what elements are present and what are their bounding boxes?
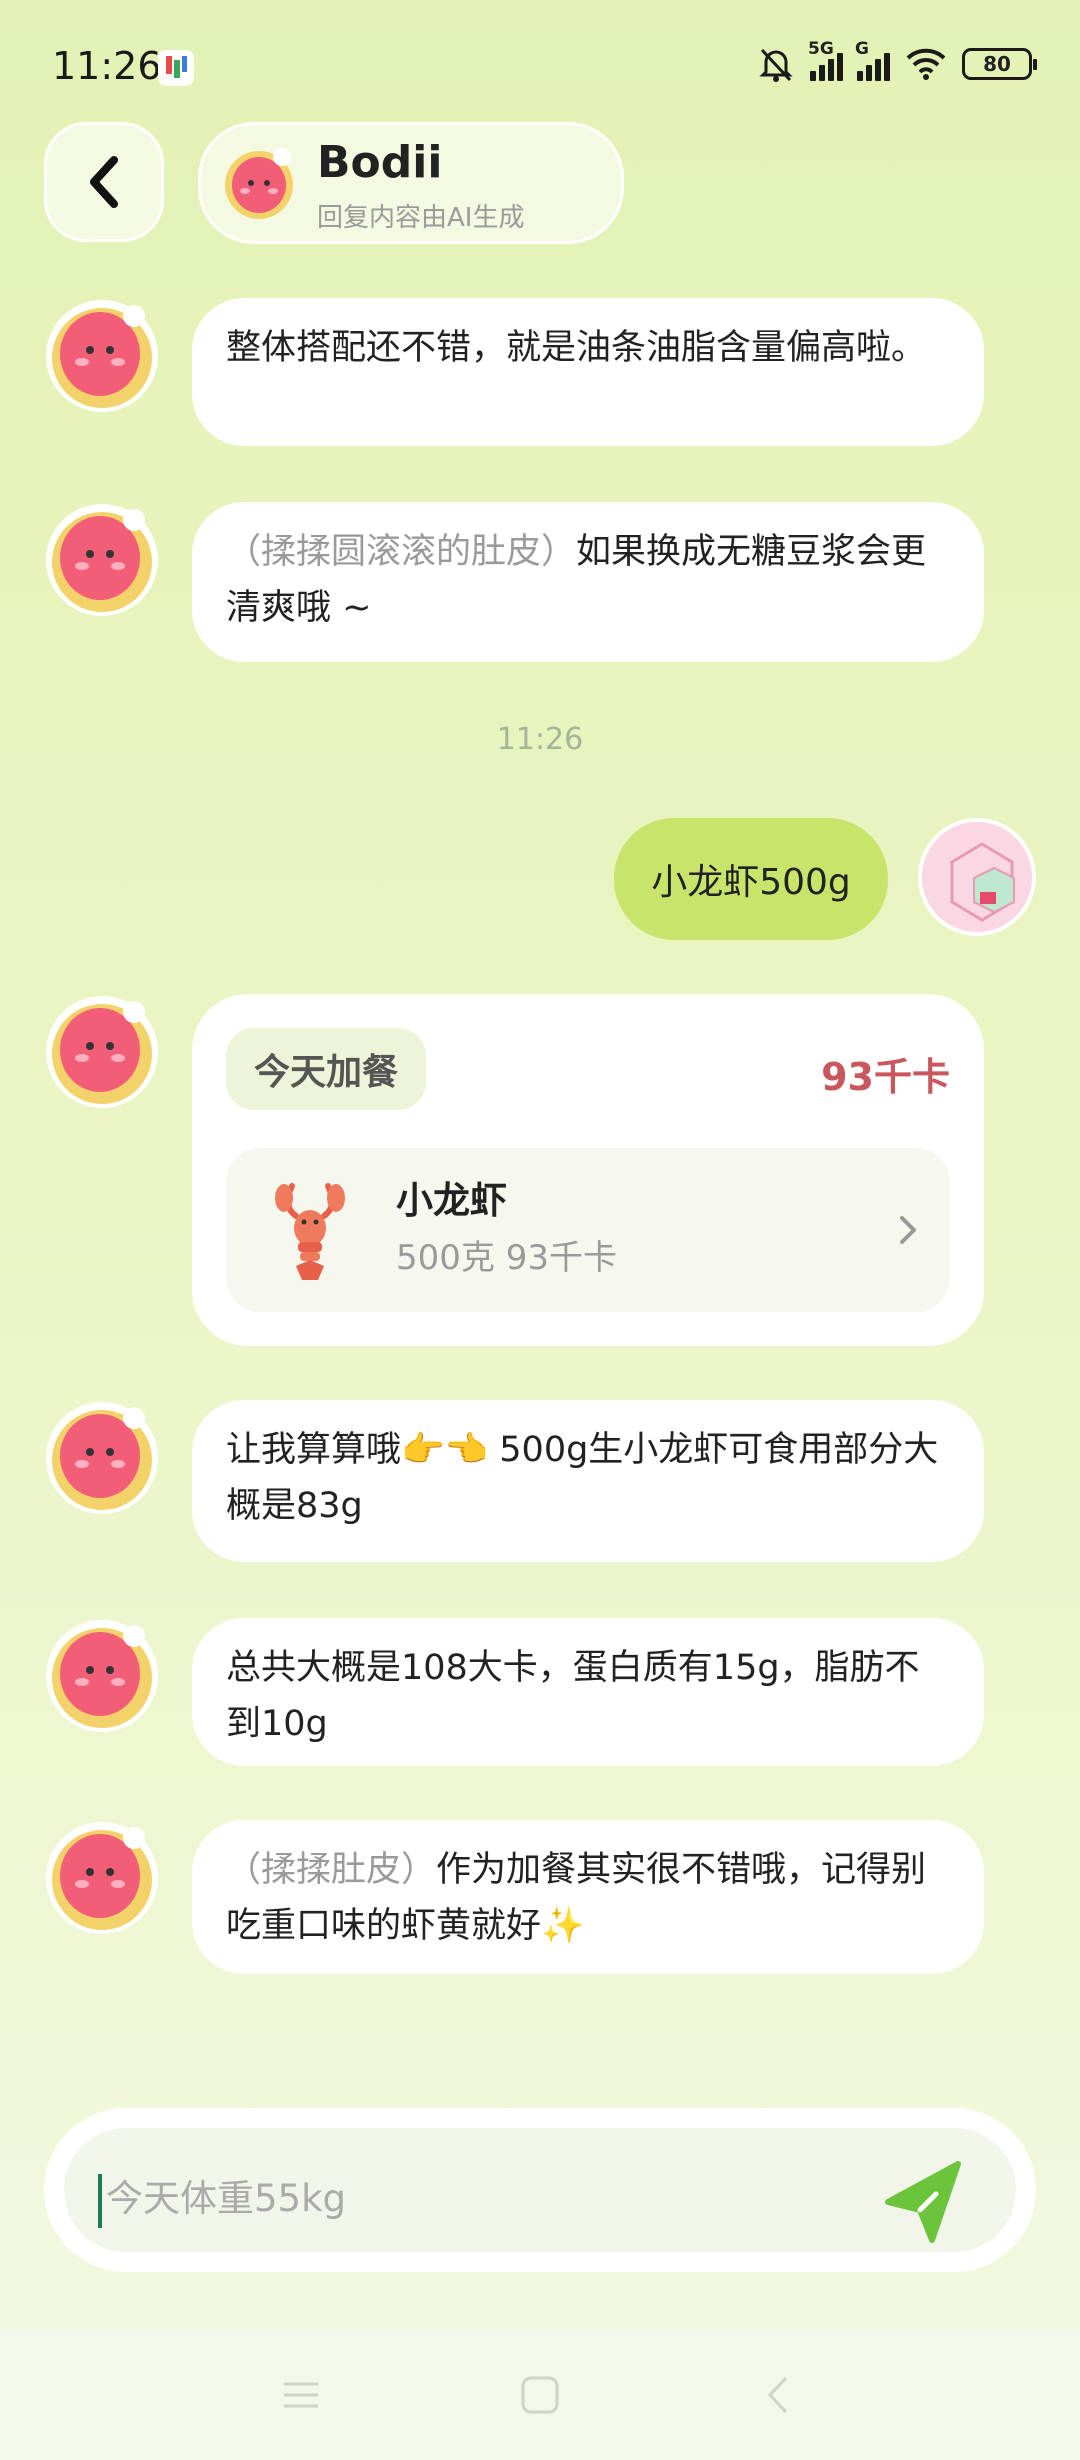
chevron-right-icon	[900, 1216, 916, 1244]
crayfish-icon	[275, 1183, 345, 1280]
menu-nav-icon[interactable]	[276, 2370, 326, 2420]
wifi-icon	[906, 48, 946, 80]
bot-avatar[interactable]	[44, 994, 160, 1110]
action-text: （揉揉圆滚滚的肚皮）	[226, 532, 577, 572]
user-avatar[interactable]	[918, 818, 1036, 936]
bot-message: （揉揉肚皮）作为加餐其实很不错哦，记得别吃重口味的虾黄就好✨	[192, 1820, 984, 1974]
text-caret	[98, 2174, 102, 2228]
bot-message: 总共大概是108大卡，蛋白质有15g，脂肪不到10g	[192, 1618, 984, 1766]
bot-message: （揉揉圆滚滚的肚皮）如果换成无糖豆浆会更清爽哦 ~	[192, 502, 984, 662]
message-text: 总共大概是108大卡，蛋白质有15g，脂肪不到10g	[226, 1648, 920, 1744]
bot-message: 整体搭配还不错，就是油条油脂含量偏高啦。	[192, 298, 984, 446]
user-message: 小龙虾500g	[614, 818, 888, 940]
meal-type-chip[interactable]: 今天加餐	[226, 1028, 426, 1110]
status-bar: 11:26 5G G 80	[0, 0, 1080, 130]
bot-name: Bodii	[317, 137, 443, 188]
mute-icon	[759, 48, 793, 82]
message-text: 让我算算哦👉👈 500g生小龙虾可食用部分大概是83g	[226, 1430, 939, 1526]
bot-avatar[interactable]	[44, 298, 160, 414]
send-icon	[885, 2161, 961, 2243]
signal-5g-icon: 5G	[808, 39, 843, 81]
bot-avatar[interactable]	[44, 1400, 160, 1516]
bot-avatar[interactable]	[44, 502, 160, 618]
food-name: 小龙虾	[396, 1179, 507, 1222]
app-notification-icon	[158, 50, 194, 86]
food-item-row[interactable]: 小龙虾 500克 93千卡	[226, 1148, 950, 1312]
message-composer: 今天体重55kg	[44, 2108, 1036, 2272]
status-time: 11:26	[52, 44, 162, 88]
meal-total-calories: 93千卡	[821, 1055, 950, 1099]
system-nav-bar	[0, 2330, 1080, 2460]
home-nav-icon[interactable]	[515, 2370, 565, 2420]
message-input[interactable]: 今天体重55kg	[64, 2128, 1016, 2252]
send-button[interactable]	[874, 2154, 970, 2250]
signal-g-icon: G	[855, 39, 890, 81]
battery-indicator: 80	[962, 48, 1037, 80]
back-nav-icon[interactable]	[754, 2370, 804, 2420]
message-text: 整体搭配还不错，就是油条油脂含量偏高啦。	[226, 328, 927, 368]
profile-header[interactable]: Bodii 回复内容由AI生成	[198, 122, 624, 244]
message-timestamp: 11:26	[496, 722, 584, 757]
ai-disclaimer: 回复内容由AI生成	[317, 203, 525, 233]
back-icon	[90, 156, 118, 208]
status-icons: 5G G 80	[756, 39, 1037, 84]
back-button[interactable]	[44, 122, 164, 242]
bot-message: 让我算算哦👉👈 500g生小龙虾可食用部分大概是83g	[192, 1400, 984, 1562]
food-detail: 500克 93千卡	[396, 1238, 617, 1278]
bot-avatar[interactable]	[44, 1820, 160, 1936]
bot-avatar	[225, 148, 293, 219]
meal-record-card: 今天加餐 93千卡 小龙虾 500克 93千卡	[192, 994, 984, 1346]
action-text: （揉揉肚皮）	[226, 1850, 437, 1890]
input-placeholder: 今天体重55kg	[106, 2177, 346, 2220]
bot-avatar[interactable]	[44, 1618, 160, 1734]
